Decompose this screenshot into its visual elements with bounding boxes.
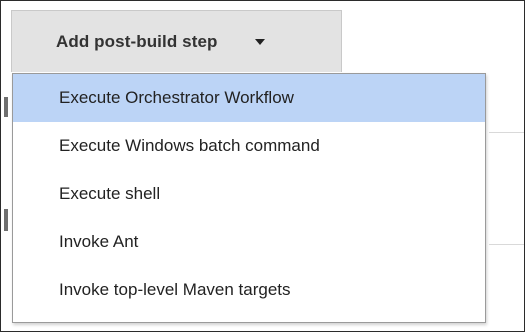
- post-build-step-menu: Execute Orchestrator Workflow Execute Wi…: [12, 73, 486, 323]
- background-edge-mark: [4, 97, 8, 117]
- background-divider: [489, 132, 524, 133]
- add-post-build-step-label: Add post-build step: [56, 31, 218, 51]
- menu-item-execute-orchestrator-workflow[interactable]: Execute Orchestrator Workflow: [13, 74, 485, 122]
- caret-down-icon[interactable]: [254, 38, 265, 45]
- background-edge-mark: [4, 209, 8, 231]
- background-divider: [489, 244, 524, 245]
- menu-item-execute-windows-batch-command[interactable]: Execute Windows batch command: [13, 122, 485, 170]
- menu-item-execute-shell[interactable]: Execute shell: [13, 170, 485, 218]
- screenshot-frame: Add post-build step Execute Orchestrator…: [0, 0, 525, 332]
- menu-item-invoke-ant[interactable]: Invoke Ant: [13, 218, 485, 266]
- menu-item-invoke-top-level-maven-targets[interactable]: Invoke top-level Maven targets: [13, 266, 485, 314]
- add-post-build-step-button[interactable]: Add post-build step: [11, 10, 342, 72]
